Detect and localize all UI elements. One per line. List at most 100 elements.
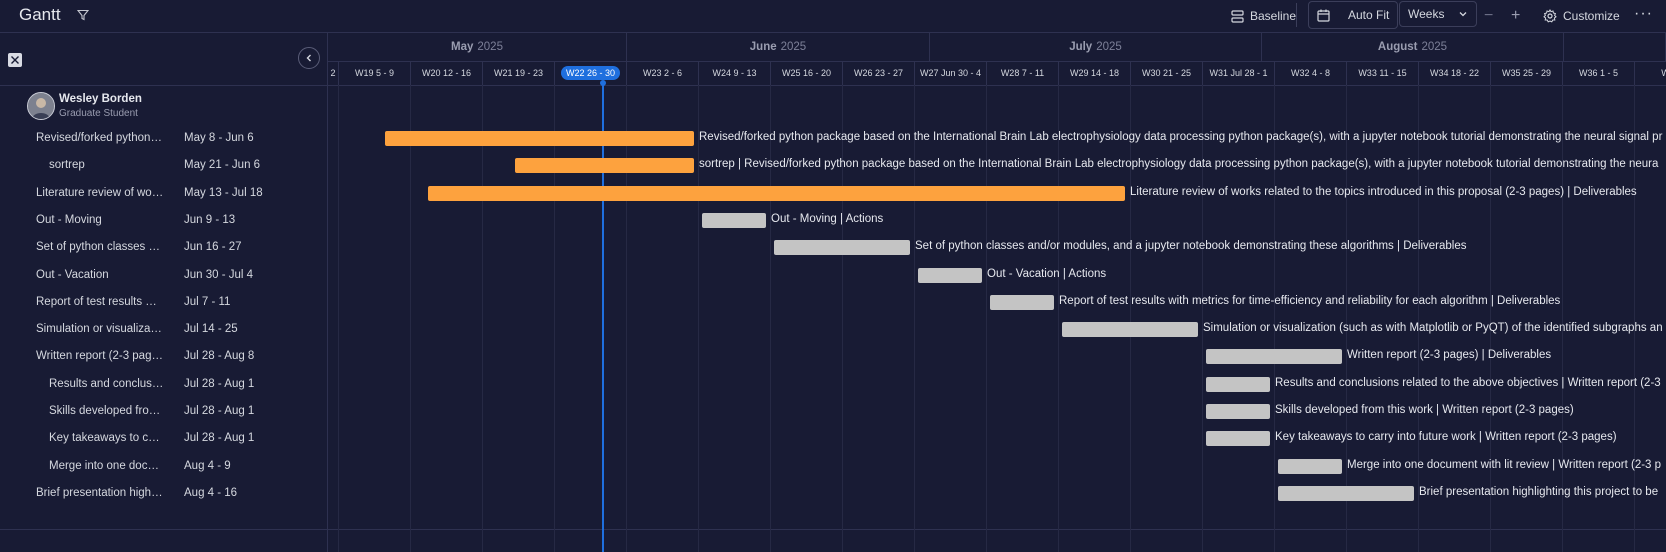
zoom-in-button[interactable]: + <box>1511 2 1520 30</box>
task-row[interactable]: Skills developed from this work Jul 28 - … <box>0 398 327 427</box>
task-dates: Jun 9 - 13 <box>184 213 236 226</box>
task-dates: Jun 30 - Jul 4 <box>184 268 254 281</box>
task-row[interactable]: Merge into one document with lit review A… <box>0 453 327 482</box>
task-name: Merge into one document with lit review <box>49 459 164 472</box>
gantt-bar[interactable] <box>990 294 1054 310</box>
time-scale-select[interactable]: Weeks <box>1399 1 1477 27</box>
month-year: 2025 <box>1096 40 1122 53</box>
task-row[interactable]: Report of test results with metrics for … <box>0 289 327 318</box>
gantt-bar[interactable] <box>515 158 694 174</box>
task-row[interactable]: Simulation or visualization (such as wit… <box>0 316 327 345</box>
gantt-bar[interactable] <box>1206 431 1270 447</box>
gantt-bar[interactable] <box>774 240 910 256</box>
grid-line <box>410 85 411 552</box>
gantt-bar[interactable] <box>1278 485 1414 501</box>
customize-label: Customize <box>1563 9 1620 23</box>
task-name: Out - Vacation <box>36 268 109 281</box>
gantt-bar[interactable] <box>1062 322 1198 338</box>
task-dates: May 21 - Jun 6 <box>184 159 261 172</box>
gantt-bar-label: Out - Vacation | Actions <box>987 267 1107 280</box>
gear-icon <box>1543 9 1557 23</box>
task-dates: Jul 28 - Aug 8 <box>184 350 255 363</box>
week-label: W29 14 - 18 <box>1069 68 1120 78</box>
task-row[interactable]: Literature review of works related to th… <box>0 180 327 209</box>
week-label: W33 11 - 15 <box>1358 68 1407 78</box>
gantt-bar-label: Literature review of works related to th… <box>1130 185 1637 198</box>
gantt-bar-label: Out - Moving | Actions <box>771 212 884 225</box>
week-label: W25 16 - 20 <box>781 68 832 78</box>
chevron-down-icon <box>1459 12 1467 17</box>
task-dates: Jul 7 - 11 <box>184 295 231 308</box>
baseline-button[interactable]: Baseline <box>1231 2 1296 30</box>
customize-button[interactable]: Customize <box>1543 2 1620 30</box>
week-header: W31 Jul 28 - 1 <box>1203 61 1275 85</box>
collapse-icon[interactable] <box>8 53 22 67</box>
gantt-bar[interactable] <box>918 267 982 283</box>
task-dates: Jun 16 - 27 <box>184 241 242 254</box>
month-name: August <box>1377 40 1418 53</box>
avatar <box>27 92 55 120</box>
gantt-bar[interactable] <box>702 212 766 228</box>
task-row[interactable]: Written report (2-3 pages) Jul 28 - Aug 8 <box>0 343 327 372</box>
task-name: Brief presentation highlighting this pro… <box>36 486 164 499</box>
month-year: 2025 <box>1421 40 1448 53</box>
zoom-out-button[interactable]: − <box>1484 2 1493 30</box>
gantt-bar[interactable] <box>428 185 1125 201</box>
filter-icon[interactable] <box>77 9 89 21</box>
week-label: W37 <box>1661 68 1666 78</box>
gantt-bar-label: Key takeaways to carry into future work … <box>1275 431 1617 444</box>
task-row[interactable]: sortrep May 21 - Jun 6 <box>0 152 327 181</box>
task-row[interactable]: Out - Vacation Jun 30 - Jul 4 <box>0 262 327 291</box>
auto-fit-button[interactable]: Auto Fit <box>1308 1 1399 29</box>
gantt-bar-label: Results and conclusions related to the a… <box>1275 376 1661 389</box>
grid-line <box>698 85 699 552</box>
task-dates: Jul 28 - Aug 1 <box>184 432 255 445</box>
week-label: W26 23 - 27 <box>853 68 904 78</box>
week-label: W30 21 - 25 <box>1141 68 1192 78</box>
week-header: W24 9 - 13 <box>699 61 771 85</box>
baseline-icon <box>1231 9 1244 23</box>
task-row[interactable]: Results and conclusions related to the a… <box>0 371 327 400</box>
grid-line <box>1490 85 1491 552</box>
week-label: W21 19 - 23 <box>493 68 544 78</box>
month-year: 2025 <box>477 40 503 53</box>
week-header: 2 <box>328 61 339 85</box>
month-header: May 2025 <box>328 32 627 61</box>
grid-line <box>1346 85 1347 552</box>
more-options-button[interactable]: ··· <box>1634 0 1653 28</box>
today-line <box>602 84 604 552</box>
gantt-bar[interactable] <box>385 131 694 146</box>
grid-line <box>1418 85 1419 552</box>
month-name: July <box>1069 40 1093 53</box>
gantt-bar[interactable] <box>1206 404 1270 419</box>
week-label: W23 2 - 6 <box>642 68 682 78</box>
gantt-bar[interactable] <box>1206 349 1342 365</box>
task-row[interactable]: Revised/forked python package based on t… <box>0 125 327 154</box>
month-header <box>1564 32 1666 61</box>
week-header: W32 4 - 8 <box>1275 61 1347 85</box>
gantt-bar[interactable] <box>1278 458 1342 474</box>
week-label: W24 9 - 13 <box>712 68 757 78</box>
week-label: W28 7 - 11 <box>1000 68 1045 78</box>
week-label: W36 1 - 5 <box>1578 68 1618 78</box>
week-header: W20 12 - 16 <box>411 61 483 85</box>
week-header: W36 1 - 5 <box>1563 61 1635 85</box>
week-header: W19 5 - 9 <box>339 61 411 85</box>
gantt-bar-label: Written report (2-3 pages) | Deliverable… <box>1347 349 1552 362</box>
gantt-bar[interactable] <box>1206 376 1270 392</box>
grid-line <box>914 85 915 552</box>
week-header: W33 11 - 15 <box>1347 61 1419 85</box>
task-row[interactable]: Set of python classes and/or modules, an… <box>0 234 327 263</box>
task-name: Revised/forked python package based on t… <box>36 132 164 144</box>
gantt-bar-label: sortrep | Revised/forked python package … <box>699 158 1659 171</box>
week-header: W23 2 - 6 <box>627 61 699 85</box>
week-label: W34 18 - 22 <box>1429 68 1480 78</box>
task-row[interactable]: Brief presentation highlighting this pro… <box>0 480 327 509</box>
week-header: W29 14 - 18 <box>1059 61 1131 85</box>
task-row[interactable]: Key takeaways to carry into future work J… <box>0 425 327 454</box>
task-row[interactable]: Out - Moving Jun 9 - 13 <box>0 207 327 236</box>
task-name: Results and conclusions related to the a… <box>49 377 164 390</box>
collapse-panel-button[interactable] <box>298 47 320 69</box>
week-header: W27 Jun 30 - 4 <box>915 61 987 85</box>
toolbar: Gantt Baseline Auto Fit Weeks − + Custom… <box>0 0 1666 32</box>
